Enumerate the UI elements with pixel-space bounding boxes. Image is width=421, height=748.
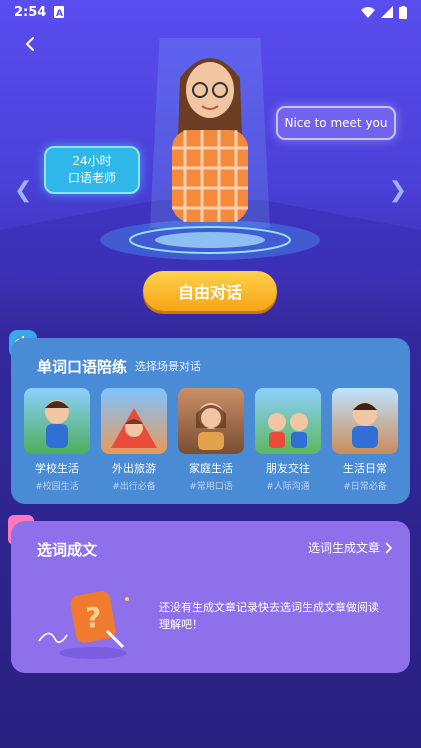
scene-tag: #出行必备: [112, 482, 156, 492]
teacher-tag-label: 24小时 口语老师: [67, 154, 116, 185]
word-practice-title: 单词口语陪练: [37, 358, 128, 376]
status-icons: [361, 5, 407, 19]
empty-state-illustration: ?: [38, 591, 129, 659]
scene-tag: #校园生活: [35, 482, 79, 492]
free-talk-button[interactable]: 自由对话: [143, 271, 277, 311]
scene-travel[interactable]: 外出旅游 #出行必备: [100, 388, 168, 492]
svg-text:?: ?: [85, 601, 101, 634]
scene-family-image: [178, 388, 244, 454]
teacher-tag: 24小时 口语老师: [44, 146, 140, 194]
scene-school-image: [24, 388, 90, 454]
battery-icon: [399, 5, 407, 19]
scene-name: 学校生活: [35, 462, 79, 475]
scene-school[interactable]: 学校生活 #校园生活: [23, 388, 91, 492]
chevron-left-icon: [25, 37, 34, 51]
scene-name: 朋友交往: [266, 462, 310, 475]
scene-name: 外出旅游: [112, 462, 156, 475]
scene-friends-image: [255, 388, 321, 454]
svg-text:A: A: [56, 9, 63, 18]
scene-travel-image: [101, 388, 167, 454]
scene-tag: #日常必备: [343, 482, 387, 492]
teacher-avatar: [150, 38, 270, 228]
word-practice-subtitle: 选择场景对话: [135, 360, 201, 373]
compose-link[interactable]: 选词生成文章: [308, 539, 392, 556]
signal-icon: [381, 6, 393, 18]
greeting-bubble: Nice to meet you: [276, 106, 396, 140]
scene-list: 学校生活 #校园生活 外出旅游 #出行必备 家庭生活 #常用口语 朋友交往 #人…: [23, 388, 399, 492]
compose-title: 选词成文: [37, 541, 98, 559]
back-button[interactable]: [18, 32, 42, 56]
compose-link-label: 选词生成文章: [307, 541, 380, 555]
status-bar: 2:54 A: [0, 0, 421, 24]
scene-family[interactable]: 家庭生活 #常用口语: [177, 388, 245, 492]
greeting-label: Nice to meet you: [284, 115, 388, 130]
scene-name: 生活日常: [343, 462, 387, 475]
next-teacher-button[interactable]: ❯: [389, 178, 407, 203]
previous-teacher-button[interactable]: ❮: [14, 178, 32, 203]
compose-card: 选词成文 选词生成文章 ? 还没有生成文章记录快去选词生成文章做阅读理解吧！: [11, 521, 410, 673]
scene-daily-image: [332, 388, 398, 454]
scene-friends[interactable]: 朋友交往 #人际沟通: [254, 388, 322, 492]
word-practice-card: 单词口语陪练 选择场景对话 学校生活 #校园生活 外出旅游 #出行必备 家庭生活…: [11, 338, 410, 504]
wifi-icon: [361, 7, 375, 18]
compose-empty-text: 还没有生成文章记录快去选词生成文章做阅读理解吧！: [159, 601, 379, 631]
status-time: 2:54: [14, 4, 47, 20]
scene-tag: #人际沟通: [266, 482, 310, 492]
scene-daily[interactable]: 生活日常 #日常必备: [331, 388, 399, 492]
notification-icon: A: [54, 6, 65, 18]
scene-tag: #常用口语: [189, 482, 233, 492]
scene-name: 家庭生活: [189, 462, 233, 475]
chevron-right-icon: [385, 541, 392, 554]
